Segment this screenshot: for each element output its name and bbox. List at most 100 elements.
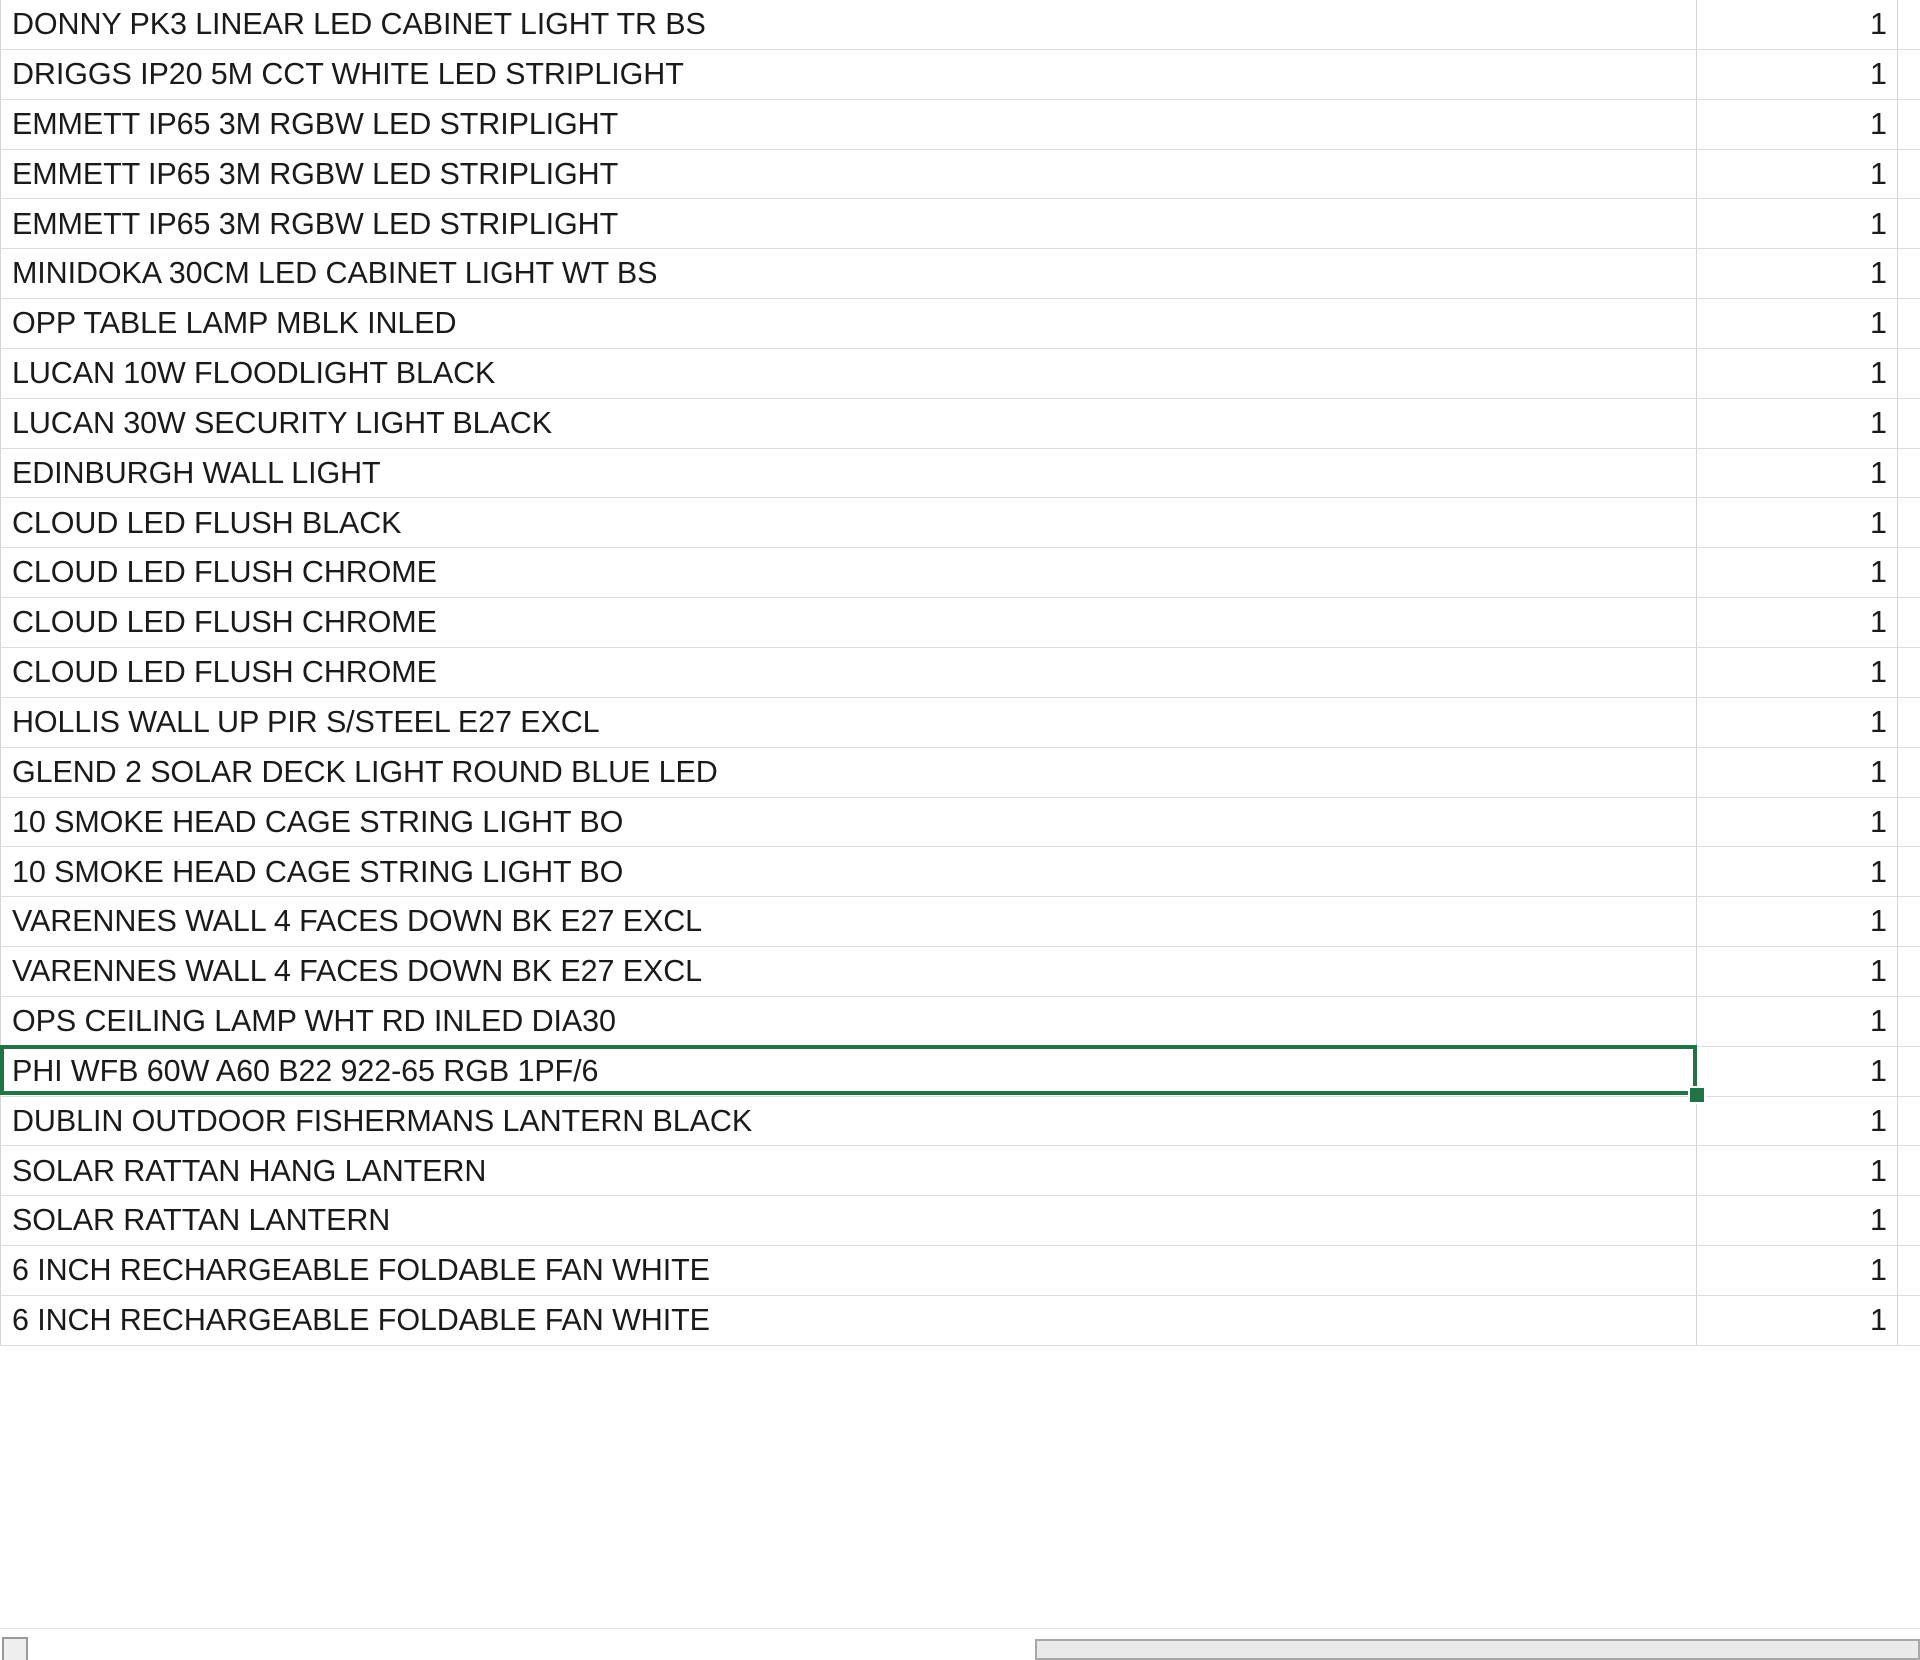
cell-description[interactable]: 10 SMOKE HEAD CAGE STRING LIGHT BO — [0, 797, 1697, 847]
table-row[interactable]: PHI WFB 60W A60 B22 922-65 RGB 1PF/6 1 — [0, 1046, 1920, 1097]
cell-quantity[interactable]: 1 — [1697, 747, 1898, 797]
cell-description[interactable]: 10 SMOKE HEAD CAGE STRING LIGHT BO — [0, 847, 1697, 897]
cell-quantity[interactable]: 1 — [1697, 99, 1898, 149]
cell-quantity-text: 1 — [1870, 754, 1887, 789]
table-row[interactable]: CLOUD LED FLUSH CHROME 1 — [0, 598, 1920, 648]
cell-quantity[interactable]: 1 — [1697, 1246, 1898, 1295]
table-row[interactable]: SOLAR RATTAN LANTERN 1 — [0, 1196, 1920, 1247]
table-row[interactable]: EMMETT IP65 3M RGBW LED STRIPLIGHT 1 — [0, 99, 1920, 150]
table-row[interactable]: EMMETT IP65 3M RGBW LED STRIPLIGHT 1 — [0, 149, 1920, 200]
cell-description[interactable]: DONNY PK3 LINEAR LED CABINET LIGHT TR BS — [0, 0, 1697, 49]
cell-description[interactable]: OPP TABLE LAMP MBLK INLED — [0, 299, 1697, 348]
cell-description-text: OPP TABLE LAMP MBLK INLED — [12, 306, 457, 341]
table-row[interactable]: OPS CEILING LAMP WHT RD INLED DIA30 1 — [0, 996, 1920, 1047]
table-row[interactable]: CLOUD LED FLUSH BLACK 1 — [0, 498, 1920, 549]
cell-quantity[interactable]: 1 — [1697, 1146, 1898, 1196]
spreadsheet-window: DONNY PK3 LINEAR LED CABINET LIGHT TR BS… — [0, 0, 1920, 1660]
cell-description[interactable]: LUCAN 30W SECURITY LIGHT BLACK — [0, 398, 1697, 448]
cell-description[interactable]: LUCAN 10W FLOODLIGHT BLACK — [0, 348, 1697, 398]
table-row[interactable]: 10 SMOKE HEAD CAGE STRING LIGHT BO 1 — [0, 847, 1920, 898]
cell-description-text: LUCAN 30W SECURITY LIGHT BLACK — [12, 405, 552, 440]
cell-description-text: HOLLIS WALL UP PIR S/STEEL E27 EXCL — [12, 704, 600, 739]
cell-description[interactable]: CLOUD LED FLUSH CHROME — [0, 548, 1697, 598]
cell-quantity[interactable]: 1 — [1697, 398, 1898, 448]
cell-quantity[interactable]: 1 — [1697, 1046, 1898, 1096]
cell-quantity-text: 1 — [1870, 555, 1887, 590]
table-row[interactable]: 6 INCH RECHARGEABLE FOLDABLE FAN WHITE 1 — [0, 1295, 1920, 1346]
cell-description[interactable]: EMMETT IP65 3M RGBW LED STRIPLIGHT — [0, 199, 1697, 249]
cell-quantity[interactable]: 1 — [1697, 947, 1898, 996]
cell-quantity[interactable]: 1 — [1697, 448, 1898, 498]
cell-quantity[interactable]: 1 — [1697, 1295, 1898, 1345]
table-row[interactable]: LUCAN 10W FLOODLIGHT BLACK 1 — [0, 348, 1920, 399]
cell-quantity[interactable]: 1 — [1697, 0, 1898, 49]
cell-quantity[interactable]: 1 — [1697, 1096, 1898, 1146]
cell-quantity[interactable]: 1 — [1697, 149, 1898, 199]
table-row[interactable]: MINIDOKA 30CM LED CABINET LIGHT WT BS 1 — [0, 249, 1920, 300]
cell-description-text: LUCAN 10W FLOODLIGHT BLACK — [12, 356, 496, 391]
cell-quantity[interactable]: 1 — [1697, 598, 1898, 647]
bottom-scroll-strip — [0, 1628, 1920, 1660]
table-row[interactable]: EMMETT IP65 3M RGBW LED STRIPLIGHT 1 — [0, 199, 1920, 250]
cell-quantity-text: 1 — [1870, 1103, 1887, 1138]
cell-description[interactable]: VARENNES WALL 4 FACES DOWN BK E27 EXCL — [0, 897, 1697, 947]
cell-description[interactable]: DUBLIN OUTDOOR FISHERMANS LANTERN BLACK — [0, 1096, 1697, 1146]
cell-description-text: EMMETT IP65 3M RGBW LED STRIPLIGHT — [12, 156, 619, 191]
cell-description-text: CLOUD LED FLUSH CHROME — [12, 555, 437, 590]
table-row[interactable]: DONNY PK3 LINEAR LED CABINET LIGHT TR BS… — [0, 0, 1920, 50]
cell-description[interactable]: HOLLIS WALL UP PIR S/STEEL E27 EXCL — [0, 697, 1697, 747]
cell-description[interactable]: MINIDOKA 30CM LED CABINET LIGHT WT BS — [0, 249, 1697, 299]
cell-quantity-text: 1 — [1870, 704, 1887, 739]
cell-quantity[interactable]: 1 — [1697, 249, 1898, 299]
cell-quantity-text: 1 — [1870, 1004, 1887, 1039]
table-row[interactable]: VARENNES WALL 4 FACES DOWN BK E27 EXCL 1 — [0, 897, 1920, 948]
table-row[interactable]: CLOUD LED FLUSH CHROME 1 — [0, 548, 1920, 599]
table-row[interactable]: HOLLIS WALL UP PIR S/STEEL E27 EXCL 1 — [0, 697, 1920, 748]
cell-quantity[interactable]: 1 — [1697, 49, 1898, 99]
cell-quantity[interactable]: 1 — [1697, 647, 1898, 697]
cell-description[interactable]: 6 INCH RECHARGEABLE FOLDABLE FAN WHITE — [0, 1295, 1697, 1345]
fill-handle[interactable] — [1688, 1086, 1706, 1104]
cell-description[interactable]: SOLAR RATTAN LANTERN — [0, 1196, 1697, 1246]
cell-description[interactable]: GLEND 2 SOLAR DECK LIGHT ROUND BLUE LED — [0, 747, 1697, 797]
table-row[interactable]: DRIGGS IP20 5M CCT WHITE LED STRIPLIGHT 1 — [0, 49, 1920, 100]
cell-quantity[interactable]: 1 — [1697, 299, 1898, 348]
table-row[interactable]: EDINBURGH WALL LIGHT 1 — [0, 448, 1920, 499]
cell-quantity-text: 1 — [1870, 405, 1887, 440]
cell-quantity[interactable]: 1 — [1697, 199, 1898, 249]
cell-quantity[interactable]: 1 — [1697, 996, 1898, 1046]
cell-description[interactable]: EMMETT IP65 3M RGBW LED STRIPLIGHT — [0, 149, 1697, 199]
cell-description[interactable]: OPS CEILING LAMP WHT RD INLED DIA30 — [0, 996, 1697, 1046]
table-row[interactable]: CLOUD LED FLUSH CHROME 1 — [0, 647, 1920, 698]
cell-description[interactable]: PHI WFB 60W A60 B22 922-65 RGB 1PF/6 — [0, 1046, 1697, 1096]
cell-quantity[interactable]: 1 — [1697, 1196, 1898, 1246]
cell-quantity[interactable]: 1 — [1697, 697, 1898, 747]
table-row[interactable]: GLEND 2 SOLAR DECK LIGHT ROUND BLUE LED 1 — [0, 747, 1920, 798]
cell-description[interactable]: EDINBURGH WALL LIGHT — [0, 448, 1697, 498]
cell-quantity[interactable]: 1 — [1697, 548, 1898, 598]
cell-quantity[interactable]: 1 — [1697, 897, 1898, 947]
cell-description[interactable]: VARENNES WALL 4 FACES DOWN BK E27 EXCL — [0, 947, 1697, 996]
table-row[interactable]: SOLAR RATTAN HANG LANTERN 1 — [0, 1146, 1920, 1197]
cell-description[interactable]: DRIGGS IP20 5M CCT WHITE LED STRIPLIGHT — [0, 49, 1697, 99]
cell-description[interactable]: CLOUD LED FLUSH CHROME — [0, 647, 1697, 697]
table-row[interactable]: DUBLIN OUTDOOR FISHERMANS LANTERN BLACK 1 — [0, 1096, 1920, 1147]
cell-description[interactable]: EMMETT IP65 3M RGBW LED STRIPLIGHT — [0, 99, 1697, 149]
table-row[interactable]: OPP TABLE LAMP MBLK INLED 1 — [0, 299, 1920, 349]
cell-description[interactable]: CLOUD LED FLUSH CHROME — [0, 598, 1697, 647]
cell-description[interactable]: SOLAR RATTAN HANG LANTERN — [0, 1146, 1697, 1196]
cell-description[interactable]: CLOUD LED FLUSH BLACK — [0, 498, 1697, 548]
table-row[interactable]: 10 SMOKE HEAD CAGE STRING LIGHT BO 1 — [0, 797, 1920, 848]
cell-quantity[interactable]: 1 — [1697, 348, 1898, 398]
cell-description-text: VARENNES WALL 4 FACES DOWN BK E27 EXCL — [12, 954, 703, 989]
sheet-tab-stub[interactable] — [2, 1637, 28, 1660]
horizontal-scrollbar-thumb[interactable] — [1035, 1639, 1920, 1660]
spreadsheet-grid[interactable]: DONNY PK3 LINEAR LED CABINET LIGHT TR BS… — [0, 0, 1920, 1628]
cell-quantity[interactable]: 1 — [1697, 498, 1898, 548]
cell-quantity[interactable]: 1 — [1697, 797, 1898, 847]
table-row[interactable]: LUCAN 30W SECURITY LIGHT BLACK 1 — [0, 398, 1920, 449]
table-row[interactable]: VARENNES WALL 4 FACES DOWN BK E27 EXCL 1 — [0, 947, 1920, 997]
cell-description[interactable]: 6 INCH RECHARGEABLE FOLDABLE FAN WHITE — [0, 1246, 1697, 1295]
table-row[interactable]: 6 INCH RECHARGEABLE FOLDABLE FAN WHITE 1 — [0, 1246, 1920, 1296]
cell-quantity[interactable]: 1 — [1697, 847, 1898, 897]
